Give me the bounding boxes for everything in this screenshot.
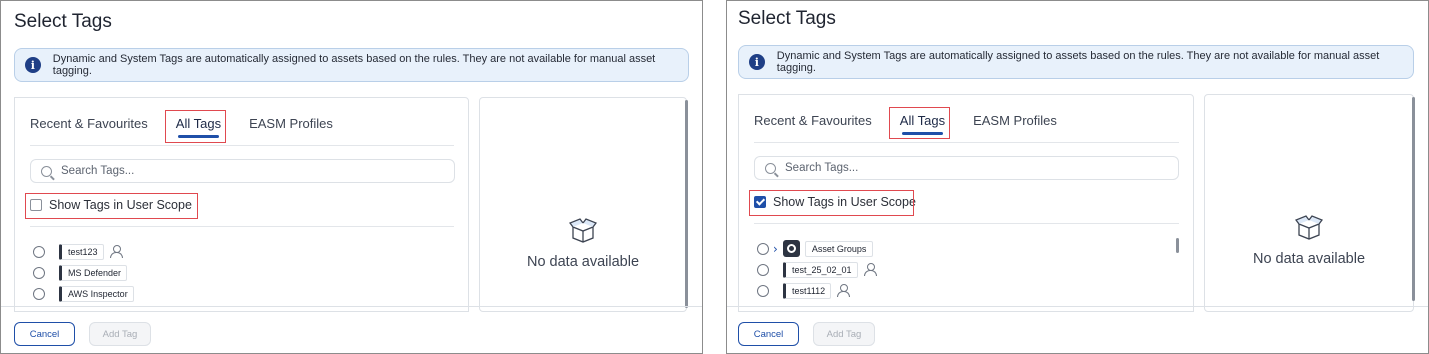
- add-tag-button[interactable]: Add Tag: [89, 322, 151, 346]
- group-chip: Asset Groups: [804, 240, 874, 257]
- tab-divider: [30, 145, 454, 146]
- search-icon: [41, 165, 52, 177]
- dialog-title: Select Tags: [14, 11, 112, 32]
- search-tags-input[interactable]: Search Tags...: [754, 156, 1179, 180]
- list-item[interactable]: test1112: [757, 280, 876, 301]
- tag-radio[interactable]: [757, 242, 769, 255]
- list-item[interactable]: AWS Inspector: [33, 283, 134, 304]
- highlight-box-user-scope: [749, 190, 914, 216]
- user-icon: [863, 263, 877, 276]
- highlight-box-all-tags: [165, 110, 226, 143]
- list-item-asset-groups[interactable]: › Asset Groups: [757, 238, 876, 259]
- list-item[interactable]: MS Defender: [33, 262, 134, 283]
- empty-state: No data available: [480, 218, 686, 270]
- info-icon: i: [25, 57, 41, 73]
- list-item[interactable]: test_25_02_01: [757, 259, 877, 280]
- empty-state-text: No data available: [526, 254, 640, 270]
- info-banner: i Dynamic and System Tags are automatica…: [738, 45, 1414, 79]
- tag-chip: AWS Inspector: [59, 285, 134, 302]
- tag-selection-pane: Recent & Favourites All Tags EASM Profil…: [738, 94, 1194, 312]
- list-item[interactable]: test123: [33, 241, 134, 262]
- tag-chip: test_25_02_01: [783, 261, 858, 278]
- empty-state: No data available: [1205, 215, 1413, 267]
- tag-radio[interactable]: [33, 266, 45, 279]
- tag-chip: test1112: [783, 282, 832, 299]
- dialog-title: Select Tags: [738, 8, 836, 29]
- tab-recent-favourites[interactable]: Recent & Favourites: [30, 116, 148, 131]
- list-divider: [30, 226, 454, 227]
- tag-radio[interactable]: [757, 263, 769, 276]
- search-placeholder: Search Tags...: [61, 165, 135, 177]
- tag-chip: test123: [59, 243, 104, 260]
- footer-divider: [1, 306, 702, 307]
- info-text: Dynamic and System Tags are automaticall…: [52, 53, 656, 77]
- tag-list: test123 MS Defender AWS Inspector: [33, 241, 134, 304]
- asset-group-icon: [782, 240, 800, 257]
- info-text: Dynamic and System Tags are automaticall…: [776, 50, 1380, 74]
- tab-recent-favourites[interactable]: Recent & Favourites: [754, 113, 872, 128]
- tab-easm-profiles[interactable]: EASM Profiles: [973, 113, 1057, 128]
- tag-radio[interactable]: [757, 284, 769, 297]
- tag-selection-pane: Recent & Favourites All Tags EASM Profil…: [14, 97, 469, 312]
- tab-divider: [754, 142, 1179, 143]
- search-tags-input[interactable]: Search Tags...: [30, 159, 455, 183]
- info-banner: i Dynamic and System Tags are automatica…: [14, 48, 689, 82]
- tag-chip: MS Defender: [59, 264, 128, 281]
- cancel-button[interactable]: Cancel: [14, 322, 75, 346]
- tag-radio[interactable]: [33, 245, 45, 258]
- highlight-box-all-tags: [889, 107, 950, 139]
- selected-tags-pane: No data available: [479, 97, 688, 312]
- select-tags-dialog-left: Select Tags i Dynamic and System Tags ar…: [0, 0, 703, 354]
- chevron-right-icon[interactable]: ›: [773, 242, 778, 256]
- search-placeholder: Search Tags...: [785, 162, 859, 174]
- user-icon: [109, 245, 123, 258]
- empty-box-icon: [568, 218, 598, 244]
- scrollbar[interactable]: [685, 100, 688, 308]
- tab-easm-profiles[interactable]: EASM Profiles: [249, 116, 333, 131]
- user-icon: [837, 284, 851, 297]
- select-tags-dialog-right: Select Tags i Dynamic and System Tags ar…: [726, 0, 1429, 354]
- cancel-button[interactable]: Cancel: [738, 322, 799, 346]
- selected-tags-pane: No data available: [1204, 94, 1415, 312]
- scrollbar[interactable]: [1412, 97, 1415, 301]
- add-tag-button[interactable]: Add Tag: [813, 322, 875, 346]
- footer-divider: [727, 306, 1428, 307]
- highlight-box-user-scope: [25, 193, 198, 219]
- tag-radio[interactable]: [33, 287, 45, 300]
- list-scrollbar[interactable]: [1176, 238, 1179, 253]
- empty-state-text: No data available: [1252, 251, 1366, 267]
- info-icon: i: [749, 54, 765, 70]
- tag-list: › Asset Groups test_25_02_01 test1112: [757, 238, 877, 301]
- empty-box-icon: [1294, 215, 1324, 241]
- search-icon: [765, 162, 776, 174]
- list-divider: [754, 223, 1179, 224]
